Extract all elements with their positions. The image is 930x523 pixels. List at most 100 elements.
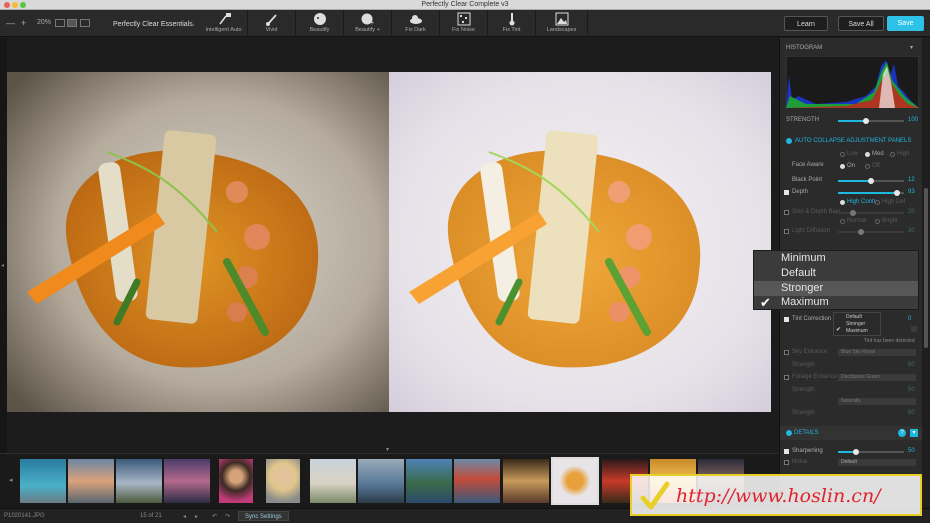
tool-fix-tint[interactable]: Fix Tint	[488, 10, 536, 37]
film-thumb-selected[interactable]	[551, 457, 599, 505]
depth-slider[interactable]	[838, 190, 904, 196]
film-thumb[interactable]	[503, 459, 549, 503]
level-med-radio[interactable]	[865, 152, 870, 157]
film-thumb[interactable]	[164, 459, 210, 503]
save-button[interactable]: Save	[887, 16, 924, 31]
collapse-histogram-icon[interactable]: ▾	[910, 44, 913, 51]
prev-image-icon[interactable]: ◂	[183, 513, 186, 520]
film-thumb[interactable]	[454, 459, 500, 503]
depth-high-def-radio[interactable]	[875, 200, 880, 205]
noise-checkbox[interactable]	[784, 460, 789, 465]
sky-enhance-dropdown[interactable]: Blue Sky Royal	[838, 349, 916, 356]
sync-settings-button[interactable]: Sync Settings	[238, 511, 289, 521]
mini-item-default[interactable]: Default	[846, 314, 862, 320]
tint-dropdown-icon[interactable]	[911, 326, 917, 332]
depth-checkbox[interactable]	[784, 190, 789, 195]
tool-intelligent-auto[interactable]: Intelligent Auto	[200, 10, 248, 37]
preset-dropdown[interactable]: Perfectly Clear Essentials ⌄	[110, 18, 198, 31]
mini-item-maximum[interactable]: Maximum	[846, 328, 868, 334]
film-thumb[interactable]	[68, 459, 114, 503]
details-section-header[interactable]: DETAILS ? ▾	[780, 426, 923, 440]
mini-checkmark-icon: ✔	[836, 327, 842, 333]
popup-item-minimum[interactable]: Minimum	[781, 252, 826, 264]
bias-bright-radio[interactable]	[875, 219, 880, 224]
tool-landscapes[interactable]: Landscapes	[536, 10, 588, 37]
collapse-details-icon[interactable]: ▾	[910, 429, 918, 437]
learn-button[interactable]: Learn	[784, 16, 828, 31]
popup-item-stronger[interactable]: Stronger	[781, 282, 823, 294]
auto-collapse-label[interactable]: AUTO COLLAPSE ADJUSTMENT PANELS	[795, 138, 911, 144]
tool-label: Fix Tint	[502, 27, 521, 33]
tool-fix-noise[interactable]: Fix Noise	[440, 10, 488, 37]
bias-normal-radio[interactable]	[840, 219, 845, 224]
zoom-out-button[interactable]: —	[6, 18, 15, 28]
panel-scroll-thumb[interactable]	[924, 188, 928, 348]
popup-item-default[interactable]: Default	[781, 267, 816, 279]
film-thumb[interactable]	[310, 459, 356, 503]
black-point-slider[interactable]	[838, 178, 904, 184]
film-thumb[interactable]	[116, 459, 162, 503]
left-collapse-strip[interactable]: ◂	[0, 38, 7, 453]
next-image-icon[interactable]: ▸	[195, 513, 198, 520]
tool-vivid[interactable]: Vivid	[248, 10, 296, 37]
rotate-left-icon[interactable]: ↶	[212, 513, 217, 520]
filmstrip-prev-icon[interactable]: ◂	[9, 476, 13, 484]
auto-collapse-toggle-icon[interactable]	[786, 138, 792, 144]
skin-depth-bias-checkbox[interactable]	[784, 210, 789, 215]
side-by-side-view-button[interactable]	[80, 19, 90, 27]
noise-dropdown[interactable]: Default	[838, 459, 916, 466]
film-thumb[interactable]	[358, 459, 404, 503]
mini-item-stronger[interactable]: Stronger	[846, 321, 865, 327]
foliage-mode-dropdown[interactable]: Naturally	[838, 398, 916, 405]
zoom-level: 20%	[37, 19, 52, 26]
sky-strength-label: Strength	[792, 362, 815, 368]
tool-label: Landscapes	[546, 27, 577, 33]
sky-enhance-checkbox[interactable]	[784, 350, 789, 355]
light-diffusion-slider[interactable]	[838, 229, 904, 235]
sharpening-checkbox[interactable]	[784, 449, 789, 454]
strength-value: 100	[908, 117, 919, 123]
skin-depth-bias-slider[interactable]	[838, 210, 904, 216]
rotate-right-icon[interactable]: ↷	[225, 513, 230, 520]
face-aware-on-radio[interactable]	[840, 164, 845, 169]
help-icon[interactable]: ?	[898, 429, 906, 437]
bias-normal-label: Normal	[847, 218, 867, 224]
film-thumb[interactable]	[20, 459, 66, 503]
save-all-button[interactable]: Save All	[838, 16, 884, 31]
details-toggle-icon[interactable]	[786, 430, 792, 436]
tool-label: Beautify	[309, 27, 330, 33]
light-diffusion-checkbox[interactable]	[784, 229, 789, 234]
image-viewer[interactable]: ▾	[7, 38, 773, 453]
single-view-button[interactable]	[55, 19, 65, 27]
panel-scrollbar[interactable]	[922, 38, 930, 508]
foliage-enhance-dropdown[interactable]: Deciduous Green	[838, 374, 916, 381]
tool-beautify[interactable]: Beautify	[296, 10, 344, 37]
expand-left-icon[interactable]: ◂	[1, 262, 4, 269]
depth-label: Depth	[792, 189, 809, 195]
level-high-radio[interactable]	[890, 152, 895, 157]
zoom-in-button[interactable]: +	[21, 18, 26, 28]
foliage-enhance-checkbox[interactable]	[784, 375, 789, 380]
tint-correction-label: Tint Correction	[792, 316, 832, 322]
split-view-button[interactable]	[67, 19, 77, 27]
strength-slider[interactable]	[838, 118, 904, 124]
foliage-strength-label: Strength	[792, 387, 815, 393]
tint-correction-checkbox[interactable]	[784, 317, 789, 322]
popup-item-maximum[interactable]: Maximum	[781, 296, 829, 308]
level-low-radio[interactable]	[840, 152, 845, 157]
film-thumb[interactable]	[406, 459, 452, 503]
film-thumb[interactable]	[266, 459, 300, 503]
depth-high-contr-radio[interactable]	[840, 200, 845, 205]
sharpening-slider[interactable]	[838, 449, 904, 455]
level-low-label: Low	[847, 151, 859, 157]
face-aware-label: Face Aware	[792, 162, 824, 168]
tool-beautify-plus[interactable]: + Beautify +	[344, 10, 392, 37]
noise-label: Noise	[792, 459, 808, 465]
preset-label: Perfectly Clear Essentials	[113, 21, 193, 28]
face-aware-off-radio[interactable]	[865, 164, 870, 169]
collapse-filmstrip-icon[interactable]: ▾	[386, 446, 389, 453]
skin-depth-bias-value: 20	[908, 209, 915, 215]
window-title: Perfectly Clear Complete v3	[421, 1, 509, 8]
tool-fix-dark[interactable]: Fix Dark	[392, 10, 440, 37]
film-thumb[interactable]	[219, 459, 253, 503]
